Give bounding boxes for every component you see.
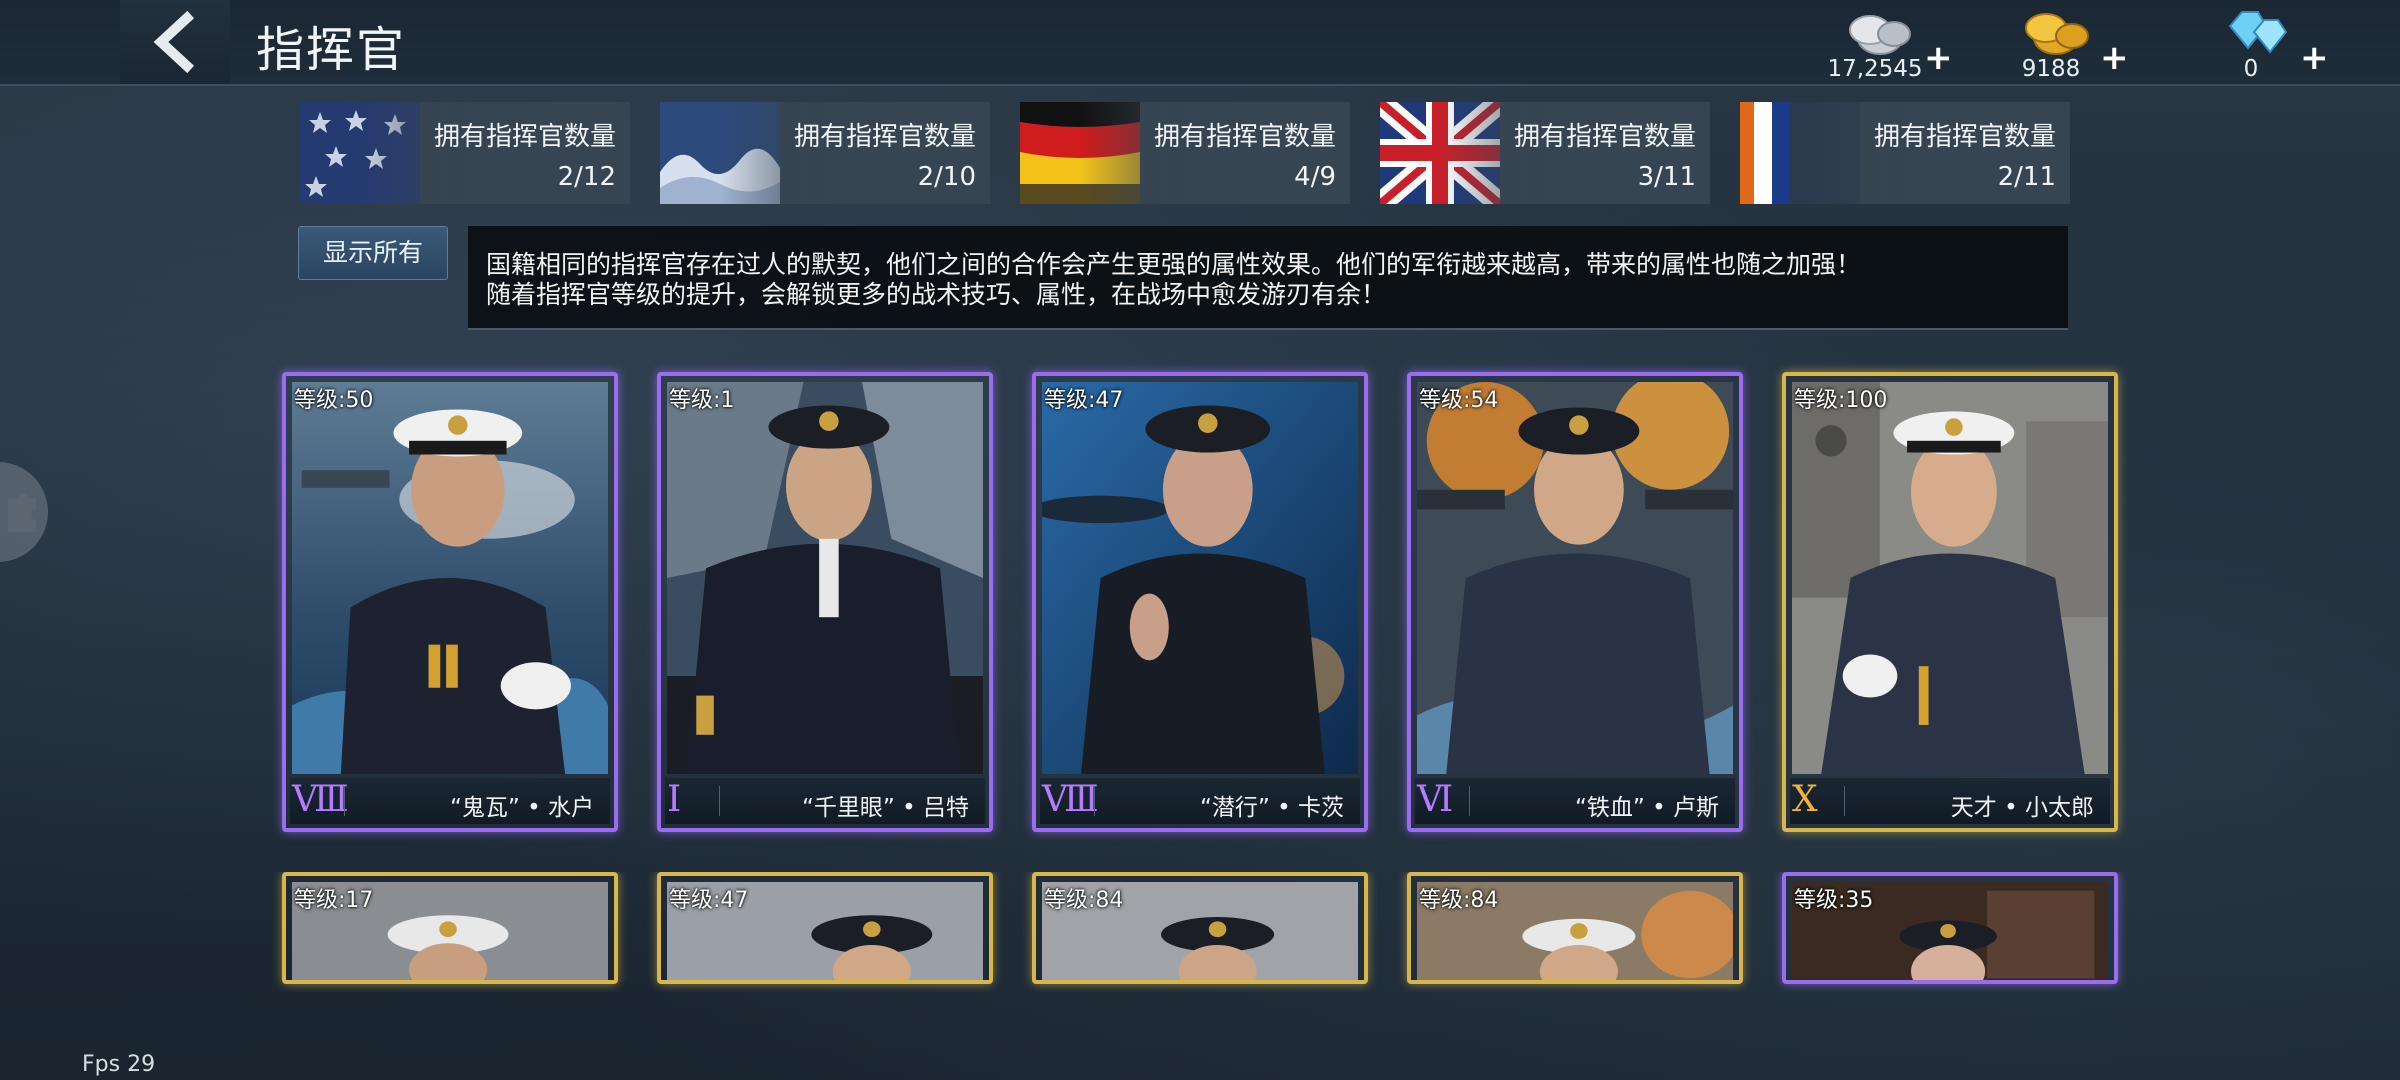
nation-tab-uk[interactable]: 拥有指挥官数量 3/11 (1380, 102, 1710, 204)
nation-label: 拥有指挥官数量 (1513, 122, 1696, 152)
commander-card[interactable]: 等级:84 (1032, 872, 1368, 984)
commander-rank: Ⅰ (667, 779, 682, 820)
commander-level: 等级:50 (294, 388, 374, 413)
diamond-currency[interactable]: 0 + (2196, 2, 2329, 82)
add-diamond-button[interactable]: + (2300, 38, 2329, 78)
nation-label: 拥有指挥官数量 (433, 122, 616, 152)
commander-name: “铁血” • 卢斯 (1574, 795, 1719, 821)
info-box: 国籍相同的指挥官存在过人的默契，他们之间的合作会产生更强的属性效果。他们的军衔越… (468, 226, 2068, 330)
nation-label: 拥有指挥官数量 (1153, 122, 1336, 152)
commander-level: 等级:35 (1794, 888, 1874, 913)
silver-amount: 17,2545 (1827, 56, 1923, 82)
commander-level: 等级:47 (669, 888, 749, 913)
nation-count: 2/11 (1997, 162, 2056, 192)
gold-coin-icon (2025, 13, 2089, 55)
commander-name: 天才 • 小太郎 (1950, 795, 2094, 821)
diamond-icon (2228, 11, 2288, 54)
nation-tab-other[interactable]: 拥有指挥官数量 2/11 (1740, 102, 2070, 204)
add-silver-button[interactable]: + (1924, 38, 1953, 78)
commander-rank: Ⅷ (1042, 779, 1099, 820)
commander-card[interactable]: 等级:84 (1407, 872, 1743, 984)
side-floating-tab[interactable] (0, 462, 48, 562)
commander-card[interactable]: 等级:17 (282, 872, 618, 984)
nation-tab-germany[interactable]: 拥有指挥官数量 4/9 (1020, 102, 1350, 204)
fps-counter: Fps 29 (82, 1052, 156, 1077)
page-title: 指挥官 (256, 22, 407, 78)
commander-level: 等级:47 (1044, 388, 1124, 413)
nation-count: 4/9 (1294, 162, 1336, 192)
commander-nameplate: Ⅰ “千里眼” • 吕特 (665, 778, 985, 824)
commander-nameplate: Ⅷ “鬼瓦” • 水户 (290, 778, 610, 824)
commander-portrait (292, 382, 608, 774)
nation-count: 2/12 (557, 162, 616, 192)
info-line: 国籍相同的指挥官存在过人的默契，他们之间的合作会产生更强的属性效果。他们的军衔越… (486, 250, 1862, 279)
commander-name: “鬼瓦” • 水户 (449, 795, 594, 821)
silver-currency[interactable]: 17,2545 + (1820, 2, 1953, 82)
top-bar: 指挥官 17,2545 + 9188 + 0 + (0, 0, 2400, 86)
commander-level: 等级:84 (1044, 888, 1124, 913)
commander-grid-row-2: 等级:17 等级:47 等级:84 等级:84 等级:35 (0, 872, 2400, 992)
commander-card[interactable]: 等级:1 Ⅰ “千里眼” • 吕特 (657, 372, 993, 832)
commander-rank: Ⅵ (1417, 779, 1454, 820)
nation-label: 拥有指挥官数量 (793, 122, 976, 152)
commander-portrait (667, 382, 983, 774)
info-line: 随着指挥官等级的提升，会解锁更多的战术技巧、属性，在战场中愈发游刃有余！ (486, 280, 1387, 309)
commander-card[interactable]: 等级:54 Ⅵ “铁血” • 卢斯 (1407, 372, 1743, 832)
commander-level: 等级:100 (1794, 388, 1888, 413)
diamond-amount: 0 (2243, 56, 2259, 82)
commander-name: “潜行” • 卡茨 (1199, 795, 1344, 821)
silver-coin-icon (1849, 15, 1911, 55)
commander-card[interactable]: 等级:47 Ⅷ “潜行” • 卡茨 (1032, 372, 1368, 832)
add-gold-button[interactable]: + (2100, 38, 2129, 78)
gold-currency[interactable]: 9188 + (1996, 2, 2129, 82)
commander-name: “千里眼” • 吕特 (801, 795, 969, 821)
commander-card[interactable]: 等级:50 Ⅷ “鬼瓦” • 水户 (282, 372, 618, 832)
commander-nameplate: Ⅵ “铁血” • 卢斯 (1415, 778, 1735, 824)
commander-level: 等级:84 (1419, 888, 1499, 913)
back-arrow-icon (153, 10, 195, 74)
commander-card[interactable]: 等级:100 Ⅹ 天才 • 小太郎 (1782, 372, 2118, 832)
nation-tab-japan[interactable]: 拥有指挥官数量 2/10 (660, 102, 990, 204)
nation-tab-usa[interactable]: 拥有指挥官数量 2/12 (300, 102, 630, 204)
commander-portrait (1792, 382, 2108, 774)
commander-level: 等级:54 (1419, 388, 1499, 413)
commander-level: 等级:1 (669, 388, 735, 413)
back-button[interactable] (120, 0, 230, 84)
commander-card[interactable]: 等级:47 (657, 872, 993, 984)
commander-portrait (1417, 382, 1733, 774)
commander-portrait (1042, 382, 1358, 774)
nation-count: 2/10 (917, 162, 976, 192)
puzzle-icon (8, 493, 36, 532)
nation-label: 拥有指挥官数量 (1873, 122, 2056, 152)
commander-nameplate: Ⅷ “潜行” • 卡茨 (1040, 778, 1360, 824)
commander-level: 等级:17 (294, 888, 374, 913)
commander-rank: Ⅷ (292, 779, 349, 820)
commander-rank: Ⅹ (1792, 779, 1818, 820)
gold-amount: 9188 (2021, 56, 2081, 82)
nation-count: 3/11 (1637, 162, 1696, 192)
show-all-button[interactable]: 显示所有 (298, 226, 448, 280)
commander-nameplate: Ⅹ 天才 • 小太郎 (1790, 778, 2110, 824)
commander-card[interactable]: 等级:35 (1782, 872, 2118, 984)
